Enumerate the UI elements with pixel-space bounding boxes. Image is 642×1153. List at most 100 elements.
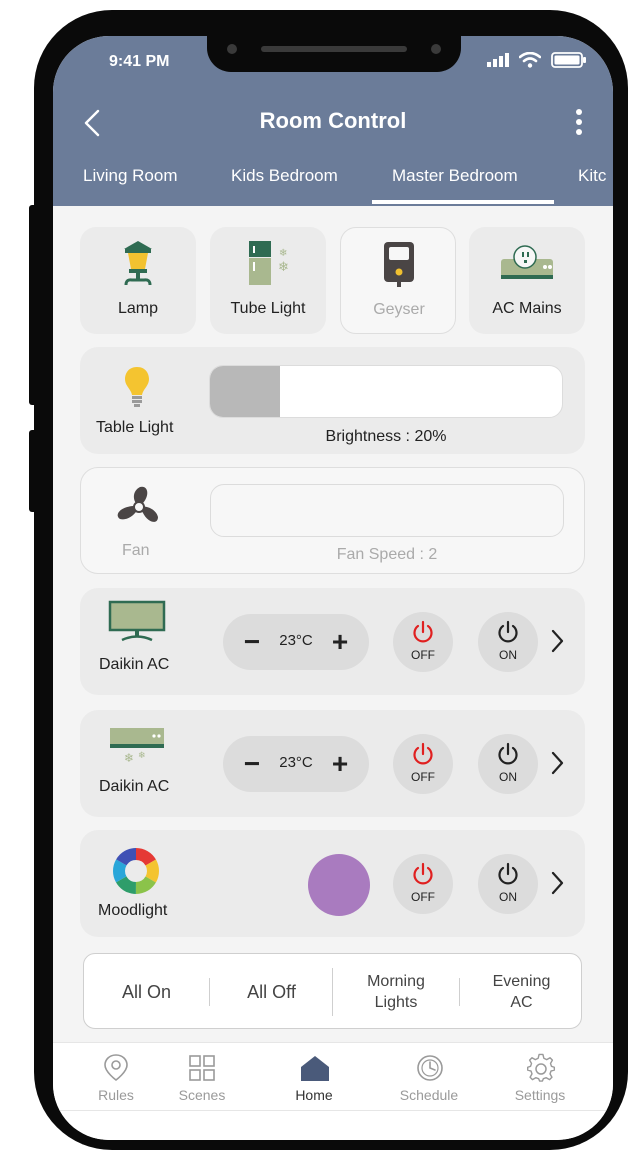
app-header: 9:41 PM Room Control Living Room Kids Be… bbox=[53, 36, 613, 206]
tab-master-bedroom[interactable]: Master Bedroom bbox=[392, 166, 518, 186]
power-off-button[interactable]: OFF bbox=[393, 612, 453, 672]
device-tile-geyser[interactable]: Geyser bbox=[340, 227, 456, 334]
moodlight-color-swatch[interactable] bbox=[308, 854, 370, 916]
on-label: ON bbox=[499, 890, 517, 904]
active-tab-indicator bbox=[372, 200, 554, 204]
device-label: Tube Light bbox=[230, 300, 306, 317]
temperature-stepper: − 23°C + bbox=[223, 614, 369, 670]
lamp-icon bbox=[124, 241, 152, 286]
fan-icon bbox=[117, 486, 158, 522]
ac-card-1: Daikin AC − 23°C + OFF ON bbox=[80, 588, 585, 695]
temperature-stepper: − 23°C + bbox=[223, 736, 369, 792]
split-ac-icon: ❄ ❄ bbox=[110, 728, 164, 764]
ac-mains-icon bbox=[501, 245, 553, 279]
room-content: Lamp ❄ ❄ Tube Light Geyser AC Mains Tabl… bbox=[53, 206, 613, 1042]
fan-card: Fan Fan Speed : 2 bbox=[80, 467, 585, 574]
temp-decrease-button[interactable]: − bbox=[237, 624, 267, 660]
ac-label: Daikin AC bbox=[99, 656, 170, 673]
device-tile-tube-light[interactable]: ❄ ❄ Tube Light bbox=[210, 227, 326, 334]
geyser-icon bbox=[384, 242, 414, 287]
morning-lights-button[interactable]: Morning Lights bbox=[333, 954, 459, 1030]
battery-icon bbox=[551, 52, 586, 68]
nav-label: Settings bbox=[514, 1087, 566, 1103]
svg-text:❄: ❄ bbox=[124, 751, 134, 764]
power-off-button[interactable]: OFF bbox=[393, 854, 453, 914]
on-label: ON bbox=[499, 770, 517, 784]
gear-icon bbox=[526, 1053, 556, 1082]
power-icon bbox=[498, 620, 518, 643]
nav-label: Home bbox=[295, 1087, 333, 1103]
evening-ac-button[interactable]: Evening AC bbox=[460, 954, 583, 1030]
sensor-dot bbox=[431, 44, 441, 54]
chevron-right-icon[interactable] bbox=[548, 750, 566, 776]
table-light-label: Table Light bbox=[96, 419, 174, 436]
nav-schedule[interactable]: Schedule bbox=[379, 1043, 479, 1111]
chevron-right-icon[interactable] bbox=[548, 628, 566, 654]
monitor-icon bbox=[108, 600, 166, 642]
location-pin-icon bbox=[104, 1054, 128, 1081]
brightness-slider-fill bbox=[210, 366, 281, 417]
power-icon bbox=[413, 862, 433, 885]
power-on-button[interactable]: ON bbox=[478, 734, 538, 794]
table-light-card: Table Light Brightness : 20% bbox=[80, 347, 585, 454]
brightness-caption: Brightness : 20% bbox=[325, 428, 447, 445]
brightness-slider[interactable] bbox=[209, 365, 563, 418]
fan-speed-slider[interactable] bbox=[210, 484, 564, 537]
moodlight-card: Moodlight OFF ON bbox=[80, 830, 585, 937]
room-tabs: Living Room Kids Bedroom Master Bedroom … bbox=[53, 164, 613, 206]
nav-label: Rules bbox=[98, 1087, 134, 1103]
moodlight-label: Moodlight bbox=[98, 902, 168, 919]
color-wheel-icon bbox=[113, 848, 159, 894]
device-tile-ac-mains[interactable]: AC Mains bbox=[469, 227, 585, 334]
speaker-grille bbox=[261, 46, 407, 52]
power-on-button[interactable]: ON bbox=[478, 854, 538, 914]
temperature-value: 23°C bbox=[279, 754, 313, 771]
power-icon bbox=[413, 742, 433, 765]
nav-rules[interactable]: Rules bbox=[66, 1043, 166, 1111]
temp-increase-button[interactable]: + bbox=[325, 624, 355, 660]
nav-settings[interactable]: Settings bbox=[490, 1043, 590, 1111]
off-label: OFF bbox=[411, 648, 435, 662]
tab-kitchen[interactable]: Kitc bbox=[578, 166, 606, 186]
clock-icon bbox=[417, 1055, 443, 1081]
chevron-right-icon[interactable] bbox=[548, 870, 566, 896]
power-icon bbox=[413, 620, 433, 643]
bottom-nav: Rules Scenes Home Schedule Settings bbox=[53, 1042, 613, 1110]
off-label: OFF bbox=[411, 890, 435, 904]
nav-scenes[interactable]: Scenes bbox=[152, 1043, 252, 1111]
temperature-value: 23°C bbox=[279, 632, 313, 649]
all-off-button[interactable]: All Off bbox=[210, 954, 333, 1030]
home-indicator-area bbox=[53, 1110, 613, 1140]
nav-label: Scenes bbox=[178, 1087, 226, 1103]
svg-text:❄: ❄ bbox=[138, 750, 146, 760]
all-on-button[interactable]: All On bbox=[84, 954, 209, 1030]
nav-label: Schedule bbox=[399, 1087, 459, 1103]
volume-button bbox=[29, 205, 39, 405]
status-time: 9:41 PM bbox=[109, 53, 170, 70]
off-label: OFF bbox=[411, 770, 435, 784]
status-icons bbox=[487, 52, 587, 68]
wifi-icon bbox=[519, 52, 541, 68]
fan-label: Fan bbox=[122, 542, 150, 559]
signal-icon bbox=[487, 53, 509, 67]
temp-increase-button[interactable]: + bbox=[325, 746, 355, 782]
ac-label: Daikin AC bbox=[99, 778, 170, 795]
device-tile-lamp[interactable]: Lamp bbox=[80, 227, 196, 334]
device-label: AC Mains bbox=[492, 300, 562, 317]
power-icon bbox=[498, 742, 518, 765]
power-icon bbox=[498, 862, 518, 885]
tab-living-room[interactable]: Living Room bbox=[83, 166, 178, 186]
tab-kids-bedroom[interactable]: Kids Bedroom bbox=[231, 166, 338, 186]
nav-home[interactable]: Home bbox=[264, 1043, 364, 1111]
device-label: Lamp bbox=[117, 300, 159, 317]
temp-decrease-button[interactable]: − bbox=[237, 746, 267, 782]
power-off-button[interactable]: OFF bbox=[393, 734, 453, 794]
quick-actions-bar: All On All Off Morning Lights Evening AC bbox=[83, 953, 582, 1029]
more-vertical-icon[interactable] bbox=[573, 108, 585, 138]
side-button bbox=[29, 430, 39, 512]
grid-icon bbox=[189, 1055, 215, 1081]
ac-card-2: ❄ ❄ Daikin AC − 23°C + OFF ON bbox=[80, 710, 585, 817]
notch bbox=[207, 36, 461, 72]
page-title: Room Control bbox=[259, 108, 407, 133]
power-on-button[interactable]: ON bbox=[478, 612, 538, 672]
